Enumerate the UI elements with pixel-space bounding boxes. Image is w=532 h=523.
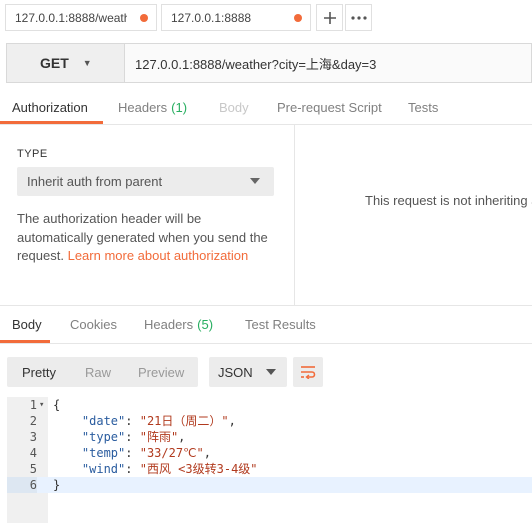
code-lines: 1 ▾ { 2 "date": "21日（周二）", 3 "type": "阵雨… bbox=[7, 397, 532, 493]
fold-arrow-icon[interactable]: ▾ bbox=[39, 397, 44, 413]
tab-headers[interactable]: Headers (1) bbox=[118, 92, 187, 123]
inherit-auth-note: This request is not inheriting any autho… bbox=[365, 193, 532, 208]
request-tab-label: 127.0.0.1:8888 bbox=[171, 10, 252, 25]
tab-test-results[interactable]: Test Results bbox=[245, 306, 316, 343]
url-bar: GET ▼ 127.0.0.1:8888/weather?city=上海&day… bbox=[6, 43, 532, 83]
json-value: "33/27℃" bbox=[139, 446, 204, 460]
request-tab-bar: 127.0.0.1:8888/weather?city=上海&day=3 127… bbox=[0, 0, 532, 35]
active-tab-indicator bbox=[0, 121, 103, 124]
tab-prerequest-script[interactable]: Pre-request Script bbox=[277, 92, 382, 123]
tab-label: Authorization bbox=[12, 100, 88, 115]
response-body-editor[interactable]: 1 ▾ { 2 "date": "21日（周二）", 3 "type": "阵雨… bbox=[7, 397, 532, 523]
headers-count-badge: (5) bbox=[197, 317, 214, 332]
auth-type-label: TYPE bbox=[17, 148, 48, 160]
learn-more-authorization-link[interactable]: Learn more about authorization bbox=[68, 248, 249, 263]
tab-authorization[interactable]: Authorization bbox=[12, 92, 88, 123]
line-number: 2 bbox=[29, 414, 37, 428]
tab-label: Headers bbox=[118, 100, 168, 115]
headers-count-badge: (1) bbox=[171, 100, 188, 115]
plus-icon bbox=[323, 11, 336, 24]
line-number: 3 bbox=[29, 430, 37, 444]
code-line-active: 6 } bbox=[7, 477, 532, 493]
unsaved-dot-icon bbox=[140, 14, 148, 22]
tab-label: Tests bbox=[408, 100, 439, 115]
request-tab-root[interactable]: 127.0.0.1:8888 bbox=[161, 4, 311, 31]
json-value: "阵雨" bbox=[139, 430, 179, 444]
response-tabs: Body Cookies Headers (5) Test Results bbox=[0, 305, 532, 344]
request-tab-weather[interactable]: 127.0.0.1:8888/weather?city=上海&day=3 bbox=[5, 4, 157, 31]
new-tab-button[interactable] bbox=[316, 4, 343, 31]
wrap-lines-button[interactable] bbox=[293, 357, 323, 387]
postman-window: 127.0.0.1:8888/weather?city=上海&day=3 127… bbox=[0, 0, 532, 523]
auth-type-value: Inherit auth from parent bbox=[27, 174, 163, 189]
url-input[interactable]: 127.0.0.1:8888/weather?city=上海&day=3 bbox=[135, 44, 376, 82]
json-value: "西风 <3级转3-4级" bbox=[139, 462, 258, 476]
tab-response-body[interactable]: Body bbox=[12, 306, 42, 343]
tab-label: Body bbox=[219, 100, 249, 115]
line-number: 1 bbox=[29, 398, 37, 412]
json-comma: , bbox=[228, 414, 236, 428]
request-tab-label: 127.0.0.1:8888/weather?city=上海&day=3 bbox=[15, 11, 127, 25]
method-select[interactable]: GET ▼ bbox=[7, 44, 125, 82]
json-key: "type" bbox=[81, 430, 126, 444]
json-open-brace: { bbox=[53, 398, 61, 412]
preview-button[interactable]: Preview bbox=[138, 357, 184, 387]
tab-response-headers[interactable]: Headers (5) bbox=[144, 306, 213, 343]
tab-response-cookies[interactable]: Cookies bbox=[70, 306, 117, 343]
chevron-down-icon bbox=[250, 178, 260, 184]
json-key: "temp" bbox=[81, 446, 126, 460]
format-value: JSON bbox=[218, 364, 253, 380]
line-number: 5 bbox=[29, 462, 37, 476]
tab-label: Pre-request Script bbox=[277, 100, 382, 115]
active-response-tab-indicator bbox=[0, 340, 50, 343]
tab-body[interactable]: Body bbox=[219, 92, 249, 123]
format-select[interactable]: JSON bbox=[209, 357, 287, 387]
tab-label: Cookies bbox=[70, 317, 117, 332]
raw-button[interactable]: Raw bbox=[85, 357, 111, 387]
tab-label: Test Results bbox=[245, 317, 316, 332]
more-dots-icon bbox=[350, 15, 367, 20]
code-line: 5 "wind": "西风 <3级转3-4级" bbox=[7, 461, 532, 477]
chevron-down-icon: ▼ bbox=[82, 58, 92, 68]
auth-description: The authorization header will be automat… bbox=[17, 210, 279, 266]
auth-type-select[interactable]: Inherit auth from parent bbox=[17, 167, 274, 196]
json-comma: , bbox=[178, 430, 186, 444]
json-comma: , bbox=[203, 446, 212, 460]
tab-label: Body bbox=[12, 317, 42, 332]
json-close-brace: } bbox=[53, 478, 61, 492]
method-label: GET bbox=[40, 55, 69, 71]
code-line: 4 "temp": "33/27℃", bbox=[7, 445, 532, 461]
chevron-down-icon bbox=[266, 369, 276, 375]
json-key: "wind" bbox=[81, 462, 126, 476]
line-number: 6 bbox=[7, 477, 37, 493]
code-line: 2 "date": "21日（周二）", bbox=[7, 413, 532, 429]
line-number: 4 bbox=[29, 446, 37, 460]
tab-tests[interactable]: Tests bbox=[408, 92, 438, 123]
unsaved-dot-icon bbox=[294, 14, 302, 22]
code-line: 3 "type": "阵雨", bbox=[7, 429, 532, 445]
wrap-lines-icon bbox=[301, 366, 316, 379]
tab-options-button[interactable] bbox=[345, 4, 372, 31]
code-line: 1 ▾ { bbox=[7, 397, 532, 413]
json-key: "date" bbox=[81, 414, 126, 428]
tab-label: Headers bbox=[144, 317, 194, 332]
pretty-button[interactable]: Pretty bbox=[22, 357, 56, 387]
json-value: "21日（周二）" bbox=[139, 414, 229, 428]
view-mode-group: Pretty Raw Preview bbox=[7, 357, 198, 387]
